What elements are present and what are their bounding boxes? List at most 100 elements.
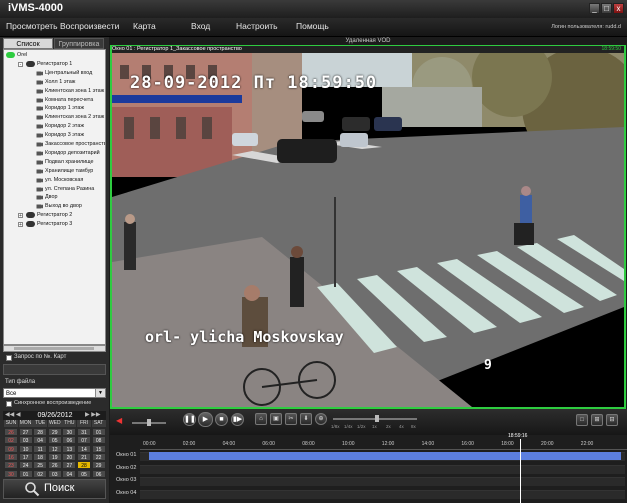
tree-item[interactable]: Коридор 2 этаж <box>36 122 104 131</box>
menu-playback[interactable]: Воспроизвести <box>60 21 119 31</box>
calendar-day[interactable]: 29 <box>47 428 62 436</box>
calendar-day[interactable]: 11 <box>33 444 48 453</box>
menu-help[interactable]: Помощь <box>296 21 329 31</box>
tree-item[interactable]: Коридор 1 этаж <box>36 104 104 113</box>
snapshot-button[interactable]: ⌂ <box>255 413 267 425</box>
calendar-day[interactable]: 10 <box>18 444 33 453</box>
calendar-day[interactable]: 25 <box>33 461 48 470</box>
calendar-day[interactable]: 01 <box>18 469 33 478</box>
expand-icon[interactable]: + <box>18 222 23 228</box>
expand-icon[interactable]: + <box>18 213 23 219</box>
calendar-day[interactable]: 06 <box>91 469 106 478</box>
tree-item[interactable]: Коридор 3 этаж <box>36 131 104 140</box>
calendar-day[interactable]: 22 <box>91 452 106 461</box>
menu-login[interactable]: Вход <box>191 21 210 31</box>
maximize-icon[interactable]: □ <box>601 3 612 14</box>
tree-scrollbar[interactable] <box>3 345 106 352</box>
calendar-day[interactable]: 01 <box>91 428 106 436</box>
menu-preview[interactable]: Просмотреть <box>6 21 58 31</box>
calendar-day[interactable]: 02 <box>4 436 18 445</box>
close-icon[interactable]: x <box>613 3 624 14</box>
tree-item[interactable]: Клиентская зона 2 этаж <box>36 113 104 122</box>
tree-item[interactable]: Клиентская зона 1 этаж <box>36 87 104 96</box>
calendar-day[interactable]: 27 <box>62 461 77 470</box>
tree-item[interactable]: - Регистратор 1 <box>18 60 104 69</box>
calendar-day[interactable]: 28 <box>33 428 48 436</box>
timeline-track[interactable] <box>140 477 625 486</box>
frame-step-button[interactable]: ▮▶ <box>231 413 244 426</box>
calendar-day[interactable]: 27 <box>18 428 33 436</box>
timeline-cursor[interactable] <box>520 439 521 503</box>
calendar-day[interactable]: 03 <box>18 436 33 445</box>
calendar-day[interactable]: 03 <box>47 469 62 478</box>
calendar-day[interactable]: 28 <box>77 461 91 470</box>
tree-item[interactable]: Закассовое пространство <box>36 140 105 149</box>
tree-item[interactable]: ул. Степана Разина <box>36 185 104 194</box>
tree-item[interactable]: Хранилище тамбур <box>36 167 104 176</box>
tree-item[interactable]: Выход во двор <box>36 202 104 211</box>
volume-slider-handle[interactable] <box>147 419 152 426</box>
tree-item[interactable]: ул. Московская <box>36 176 104 185</box>
calendar-day[interactable]: 17 <box>18 452 33 461</box>
collapse-icon[interactable]: - <box>18 61 23 67</box>
zoom-button[interactable]: ⊕ <box>315 413 327 425</box>
calendar-day[interactable]: 12 <box>47 444 62 453</box>
calendar-day[interactable]: 23 <box>4 461 18 470</box>
download-button[interactable]: ⬇ <box>300 413 312 425</box>
chevron-down-icon[interactable]: ▼ <box>95 389 105 397</box>
quad-view-button[interactable]: ⊞ <box>591 414 603 426</box>
volume-icon[interactable]: ◀ <box>116 416 122 425</box>
calendar-day[interactable]: 19 <box>47 452 62 461</box>
single-view-button[interactable]: □ <box>576 414 588 426</box>
calendar-day[interactable]: 09 <box>4 444 18 453</box>
tree-item[interactable]: + Регистратор 3 <box>18 220 104 229</box>
calendar-day[interactable]: 05 <box>47 436 62 445</box>
recording-segment[interactable] <box>149 452 621 460</box>
tree-item[interactable]: -Orel <box>6 51 104 60</box>
calendar-day[interactable]: 05 <box>77 469 91 478</box>
calendar-day[interactable]: 31 <box>77 428 91 436</box>
play-button[interactable]: ▶ <box>198 412 213 427</box>
menu-settings[interactable]: Настроить <box>236 21 278 31</box>
timeline-track[interactable] <box>140 464 625 474</box>
calendar-day[interactable]: 08 <box>91 436 106 445</box>
sync-checkbox[interactable] <box>6 401 12 407</box>
tree-item[interactable]: Коридор депозитарий <box>36 149 104 158</box>
calendar-day[interactable]: 26 <box>4 428 18 436</box>
minimize-icon[interactable]: _ <box>589 3 600 14</box>
tab-list[interactable]: Список <box>3 38 53 49</box>
stop-button[interactable]: ■ <box>215 413 228 426</box>
tree-item[interactable]: Холл 1 этаж <box>36 78 104 87</box>
calendar-day[interactable]: 29 <box>91 461 106 470</box>
tree-item[interactable]: + Регистратор 2 <box>18 211 104 220</box>
calendar-day[interactable]: 20 <box>62 452 77 461</box>
calendar-prev-icon[interactable]: ◀◀ ◀ <box>5 411 21 420</box>
calendar-day[interactable]: 30 <box>4 469 18 478</box>
calendar-day[interactable]: 30 <box>62 428 77 436</box>
calendar-day[interactable]: 02 <box>33 469 48 478</box>
calendar-day[interactable]: 07 <box>77 436 91 445</box>
card-search-input[interactable] <box>3 364 106 375</box>
tree-item[interactable]: Комната пересчета <box>36 96 104 105</box>
calendar-day[interactable]: 26 <box>47 461 62 470</box>
timeline-track[interactable] <box>140 489 625 499</box>
file-type-select[interactable]: Все ▼ <box>3 388 106 398</box>
menu-map[interactable]: Карта <box>133 21 156 31</box>
tree-item[interactable]: Центральный вход <box>36 69 104 78</box>
calendar-day[interactable]: 18 <box>33 452 48 461</box>
card-search-checkbox[interactable] <box>6 355 12 361</box>
calendar-day[interactable]: 14 <box>77 444 91 453</box>
tab-group[interactable]: Группировка <box>54 38 104 49</box>
record-button[interactable]: ▣ <box>270 413 282 425</box>
speed-slider-handle[interactable] <box>375 415 379 422</box>
tree-item[interactable]: Подвал хранилище <box>36 158 104 167</box>
pause-button[interactable]: ❚❚ <box>183 413 196 426</box>
calendar-day[interactable]: 24 <box>18 461 33 470</box>
calendar-next-icon[interactable]: ▶ ▶▶ <box>85 411 101 420</box>
scroll-thumb[interactable] <box>14 347 94 350</box>
tree-item[interactable]: Двор <box>36 193 104 202</box>
calendar-day[interactable]: 16 <box>4 452 18 461</box>
multi-view-button[interactable]: ⊟ <box>606 414 618 426</box>
calendar-day[interactable]: 04 <box>62 469 77 478</box>
calendar-day[interactable]: 13 <box>62 444 77 453</box>
